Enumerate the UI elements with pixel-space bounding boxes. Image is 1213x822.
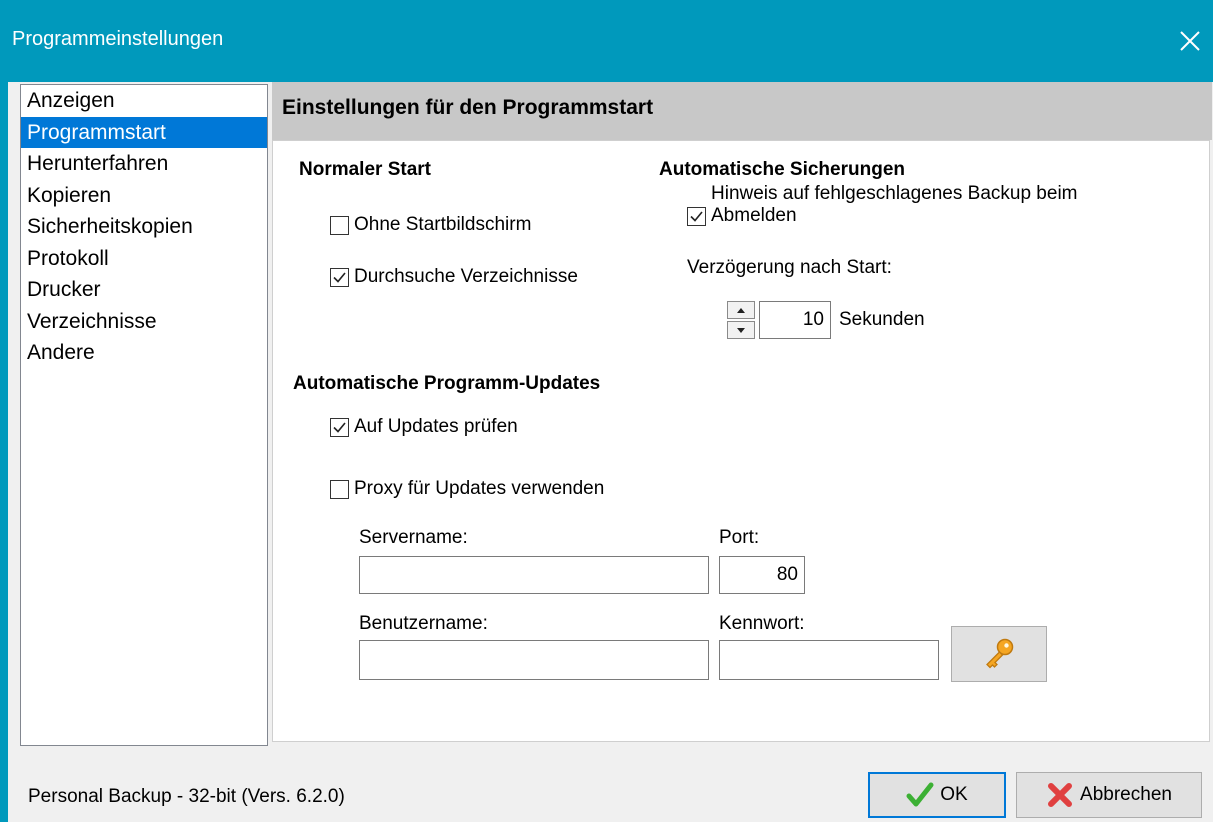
checkbox-box[interactable] [330, 215, 349, 235]
checkbox-label: Hinweis auf fehlgeschlagenes Backup beim… [711, 183, 1078, 226]
checkbox-label: Auf Updates prüfen [354, 416, 518, 437]
port-label: Port: [719, 527, 760, 548]
nav-item-programmstart[interactable]: Programmstart [21, 116, 267, 148]
check-icon [690, 211, 703, 222]
checkbox-box[interactable] [330, 417, 349, 437]
failed-backup-checkbox[interactable]: Hinweis auf fehlgeschlagenes Backup beim… [687, 183, 1141, 227]
spin-up-button[interactable] [727, 301, 755, 319]
checkbox-label: Ohne Startbildschirm [354, 214, 532, 235]
checkbox-box[interactable] [330, 267, 349, 287]
check-updates-checkbox[interactable]: Auf Updates prüfen [330, 416, 518, 438]
ok-label: OK [940, 784, 968, 805]
delay-label: Verzögerung nach Start: [687, 257, 892, 278]
delay-unit: Sekunden [839, 309, 925, 330]
delay-spinner[interactable] [727, 301, 755, 339]
window-title: Programmeinstellungen [12, 28, 224, 50]
username-label: Benutzername: [359, 613, 488, 634]
auto-backup-title: Automatische Sicherungen [659, 159, 905, 180]
nav-item-andere[interactable]: Andere [21, 337, 267, 369]
password-input[interactable] [720, 641, 938, 679]
cancel-button[interactable]: Abbrechen [1016, 772, 1202, 818]
servername-label: Servername: [359, 527, 468, 548]
arrow-down-icon [737, 327, 745, 333]
key-icon [986, 638, 1014, 669]
cancel-label: Abbrechen [1080, 784, 1172, 805]
checkbox-box[interactable] [330, 479, 349, 499]
checkbox-label: Proxy für Updates verwenden [354, 478, 605, 499]
checkbox-box[interactable] [687, 207, 706, 226]
delay-input[interactable] [760, 302, 830, 338]
section-title: Einstellungen für den Programmstart [282, 96, 654, 119]
password-key-button[interactable] [951, 626, 1047, 682]
password-field[interactable] [719, 640, 939, 680]
red-x-icon [1048, 783, 1073, 807]
nav-item-sicherheitskopien[interactable]: Sicherheitskopien [21, 211, 267, 243]
window-border [0, 82, 8, 822]
normal-start-title: Normaler Start [299, 159, 431, 180]
nav-item-drucker[interactable]: Drucker [21, 274, 267, 306]
arrow-up-icon [737, 307, 745, 313]
port-input[interactable] [720, 557, 804, 593]
servername-field[interactable] [359, 556, 709, 594]
scan-dirs-checkbox[interactable]: Durchsuche Verzeichnisse [330, 266, 578, 288]
check-icon [333, 421, 346, 433]
delay-field[interactable] [759, 301, 831, 339]
username-input[interactable] [360, 641, 708, 679]
nav-item-protokoll[interactable]: Protokoll [21, 243, 267, 275]
nav-item-herunterfahren[interactable]: Herunterfahren [21, 148, 267, 180]
section-header: Einstellungen für den Programmstart [272, 82, 1212, 140]
version-status: Personal Backup - 32-bit (Vers. 6.2.0) [28, 786, 345, 807]
checkbox-label: Durchsuche Verzeichnisse [354, 266, 578, 287]
spin-down-button[interactable] [727, 321, 755, 339]
password-label: Kennwort: [719, 613, 805, 634]
nav-item-verzeichnisse[interactable]: Verzeichnisse [21, 306, 267, 338]
no-splash-checkbox[interactable]: Ohne Startbildschirm [330, 214, 531, 236]
username-field[interactable] [359, 640, 709, 680]
updates-title: Automatische Programm-Updates [293, 373, 601, 394]
close-button[interactable] [1167, 20, 1213, 62]
check-icon [906, 782, 934, 807]
title-bar: Programmeinstellungen [0, 0, 1213, 82]
nav-item-anzeigen[interactable]: Anzeigen [21, 85, 267, 117]
ok-button[interactable]: OK [868, 772, 1006, 818]
servername-input[interactable] [360, 557, 708, 593]
category-list[interactable]: Anzeigen Programmstart Herunterfahren Ko… [20, 84, 268, 746]
port-field[interactable] [719, 556, 805, 594]
close-icon [1180, 31, 1200, 51]
check-icon [333, 271, 346, 283]
nav-item-kopieren[interactable]: Kopieren [21, 180, 267, 212]
settings-panel: Normaler Start Ohne Startbildschirm Durc… [272, 140, 1210, 742]
proxy-checkbox[interactable]: Proxy für Updates verwenden [330, 478, 604, 500]
dialog-client: Anzeigen Programmstart Herunterfahren Ko… [8, 82, 1213, 822]
